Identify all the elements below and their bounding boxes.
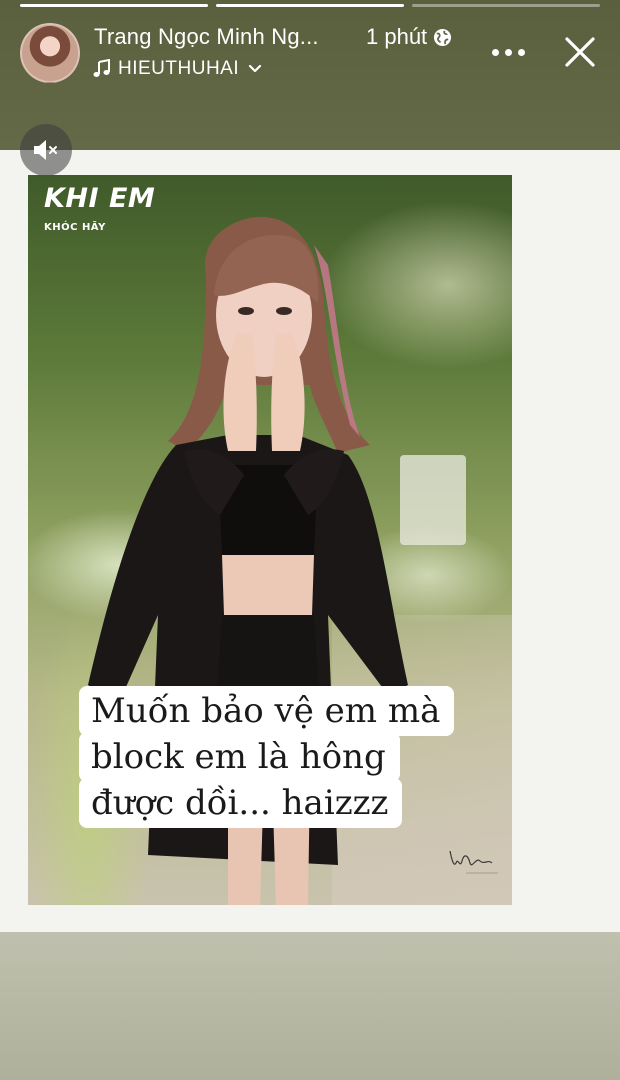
more-dot bbox=[517, 48, 525, 56]
caption-line: Muốn bảo vệ em mà bbox=[79, 686, 455, 736]
music-attribution[interactable]: HIEUTHUHAI bbox=[92, 58, 263, 80]
story-title: KHI EM bbox=[44, 183, 156, 214]
bottom-background bbox=[0, 932, 620, 1080]
music-note-icon bbox=[93, 59, 110, 77]
signature-watermark bbox=[449, 850, 498, 874]
caption-line: block em là hông bbox=[79, 732, 400, 782]
more-options-button[interactable] bbox=[484, 36, 532, 68]
story-progress bbox=[20, 4, 600, 7]
progress-segment bbox=[412, 4, 600, 7]
globe-icon bbox=[434, 28, 452, 46]
music-label: HIEUTHUHAI bbox=[118, 58, 240, 79]
story-subtitle: KHÓC HÃY bbox=[44, 222, 106, 233]
avatar[interactable] bbox=[20, 23, 80, 83]
progress-fill bbox=[20, 4, 208, 7]
progress-segment bbox=[216, 4, 404, 7]
caption-sticker: Muốn bảo vệ em mà block em là hông được … bbox=[79, 686, 487, 828]
caption-line: được dồi... haizzz bbox=[79, 778, 403, 828]
more-dot bbox=[491, 48, 499, 56]
garden-bench bbox=[400, 455, 466, 545]
more-dot bbox=[504, 48, 512, 56]
author-name[interactable]: Trang Ngọc Minh Ng... bbox=[94, 24, 319, 50]
close-icon[interactable] bbox=[560, 32, 600, 72]
timestamp-text: 1 phút bbox=[366, 24, 428, 49]
progress-fill bbox=[216, 4, 404, 7]
chevron-down-icon bbox=[249, 64, 262, 73]
speaker-muted-icon bbox=[34, 140, 57, 160]
mute-toggle-button[interactable] bbox=[20, 124, 72, 176]
progress-segment bbox=[20, 4, 208, 7]
timestamp: 1 phút bbox=[366, 24, 452, 50]
